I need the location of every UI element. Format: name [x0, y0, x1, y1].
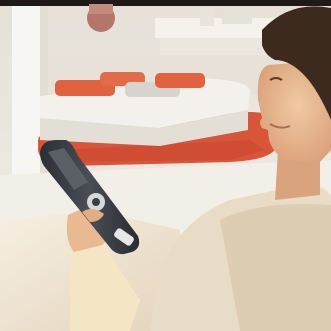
- remote-dial-center: [92, 198, 100, 206]
- top-frame: [0, 0, 331, 6]
- shelf-item: [200, 8, 214, 26]
- window-panel: [12, 6, 40, 196]
- back-shelf: [155, 18, 275, 38]
- shelf-item-2: [222, 6, 252, 24]
- back-shelf-lower: [160, 38, 270, 56]
- photo-illustration: [0, 0, 331, 331]
- cushion-4: [155, 73, 205, 88]
- vase-top: [89, 4, 113, 14]
- sweater-shade: [220, 204, 331, 331]
- photo-scene: [0, 0, 331, 331]
